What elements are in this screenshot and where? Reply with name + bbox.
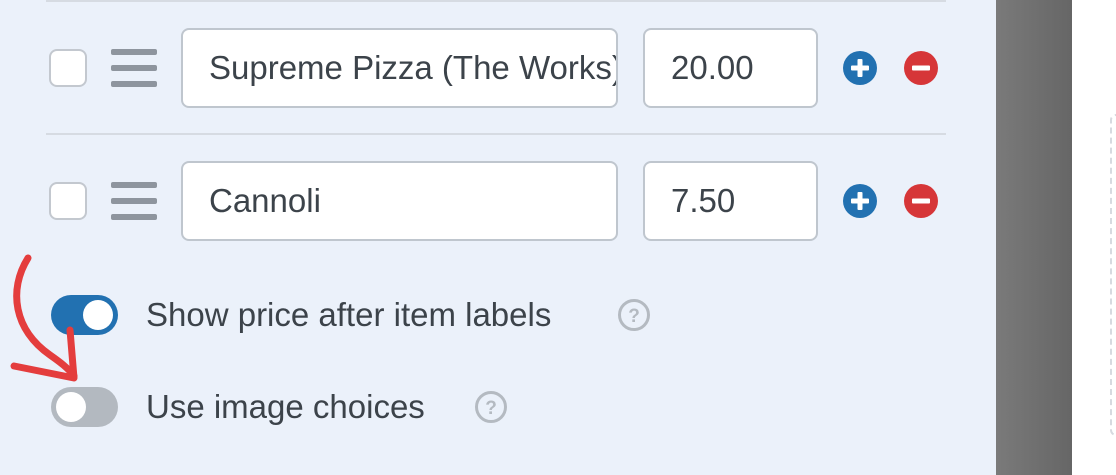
drag-handle-icon[interactable] (111, 49, 157, 87)
svg-text:?: ? (628, 306, 640, 327)
plus-circle-icon (843, 184, 877, 218)
choice-label-input[interactable] (181, 28, 618, 108)
add-choice-button[interactable] (843, 51, 877, 85)
minus-circle-icon (904, 51, 938, 85)
choice-price-input[interactable] (643, 28, 818, 108)
divider (46, 0, 946, 2)
divider (46, 133, 946, 135)
choice-price-input[interactable] (643, 161, 818, 241)
remove-choice-button[interactable] (904, 51, 938, 85)
toggle-knob (83, 300, 113, 330)
image-choices-label: Use image choices (146, 388, 425, 425)
choice-row-1 (0, 28, 996, 108)
default-choice-checkbox[interactable] (49, 49, 87, 87)
toggle-knob (56, 392, 86, 422)
show-price-toggle[interactable] (51, 295, 118, 335)
choice-label-input[interactable] (181, 161, 618, 241)
question-circle-icon[interactable]: ? (474, 390, 508, 424)
choices-panel: Show price after item labels ? Use image… (0, 0, 996, 475)
image-choices-toggle[interactable] (51, 387, 118, 427)
show-price-label: Show price after item labels (146, 296, 552, 333)
panel-separator (996, 0, 1072, 475)
drag-handle-icon[interactable] (111, 182, 157, 220)
choice-row-2 (0, 161, 996, 241)
preview-panel (1072, 0, 1116, 475)
question-circle-icon[interactable]: ? (617, 298, 651, 332)
add-choice-button[interactable] (843, 184, 877, 218)
plus-circle-icon (843, 51, 877, 85)
preview-field-outline (1110, 114, 1116, 436)
remove-choice-button[interactable] (904, 184, 938, 218)
svg-text:?: ? (485, 398, 497, 419)
default-choice-checkbox[interactable] (49, 182, 87, 220)
minus-circle-icon (904, 184, 938, 218)
